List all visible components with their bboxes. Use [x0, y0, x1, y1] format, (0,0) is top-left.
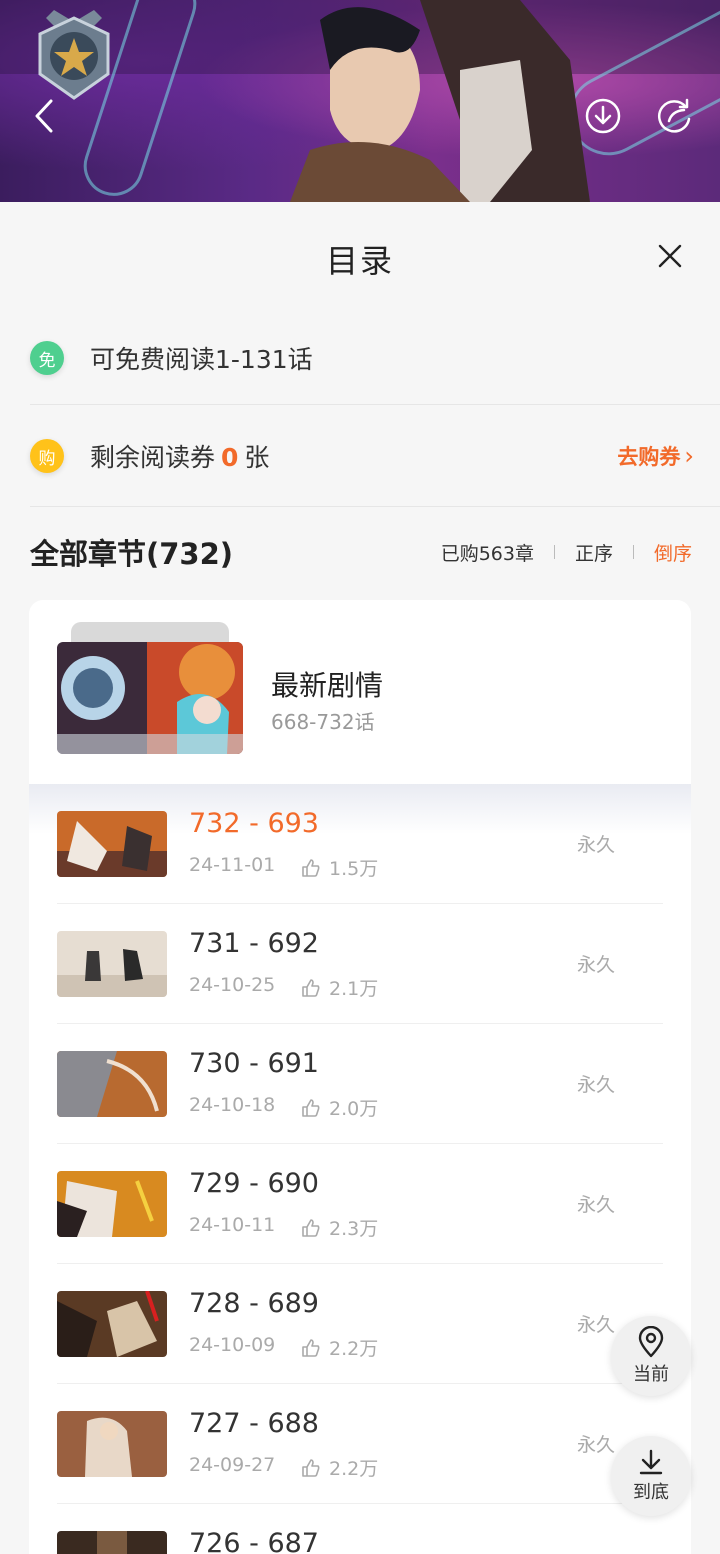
back-button[interactable] [20, 92, 68, 140]
section-title: 全部章节(732) [30, 537, 234, 571]
arrow-to-bottom-icon [639, 1449, 663, 1475]
divider [30, 506, 720, 507]
divider [30, 404, 720, 405]
chapter-row[interactable]: 726 - 687 [29, 1504, 691, 1554]
chapter-status: 永久 [577, 1194, 616, 1216]
chapter-thumbnail [57, 1411, 167, 1477]
buy-voucher-link[interactable]: 去购券 › [617, 406, 694, 506]
separator [553, 545, 555, 559]
chapter-thumbnail [57, 1291, 167, 1357]
chapter-row[interactable]: 732 - 693 24-11-01 1.5万 永久 [29, 784, 691, 904]
chapter-row[interactable]: 727 - 688 24-09-27 2.2万 永久 [29, 1384, 691, 1504]
chapter-status: 永久 [577, 954, 616, 976]
share-button[interactable] [651, 92, 699, 140]
chapter-row[interactable]: 728 - 689 24-10-09 2.2万 永久 [29, 1264, 691, 1384]
chapter-thumbnail [57, 931, 167, 997]
separator [632, 545, 634, 559]
chapter-likes: 2.0万 [301, 1094, 378, 1121]
chapter-row[interactable]: 729 - 690 24-10-11 2.3万 永久 [29, 1144, 691, 1264]
chapter-row[interactable]: 731 - 692 24-10-25 2.1万 永久 [29, 904, 691, 1024]
chapter-thumbnail [57, 1531, 167, 1554]
chapter-title: 729 - 690 [189, 1168, 319, 1199]
purchased-count: 已购563章 [440, 542, 534, 565]
share-icon [658, 98, 691, 133]
chapter-date: 24-10-09 [189, 1334, 276, 1356]
thumbs-up-icon [302, 1458, 320, 1477]
location-pin-icon [638, 1326, 664, 1358]
chapter-title: 730 - 691 [189, 1048, 319, 1079]
chapter-date: 24-10-18 [189, 1094, 276, 1116]
chapter-thumbnail [57, 1171, 167, 1237]
chapter-title: 726 - 687 [189, 1528, 319, 1554]
chapter-title: 727 - 688 [189, 1408, 319, 1439]
likes-count: 2.1万 [329, 978, 379, 1000]
likes-count: 2.2万 [329, 1338, 379, 1360]
free-read-row: 免 可免费阅读1-131话 [30, 308, 720, 408]
thumbs-up-icon [302, 1218, 320, 1237]
sort-ascending-button[interactable]: 正序 [575, 539, 613, 566]
locate-current-label: 当前 [633, 1364, 669, 1385]
locate-current-button[interactable]: 当前 [611, 1316, 691, 1396]
chapter-likes: 2.2万 [301, 1334, 378, 1361]
thumbs-up-icon [302, 1338, 320, 1357]
voucher-text: 剩余阅读券 0 张 [90, 438, 269, 474]
latest-story-title: 最新剧情 [271, 669, 384, 702]
latest-story-range: 668-732话 [271, 710, 375, 734]
thumbs-up-icon [302, 1098, 320, 1117]
chapter-thumbnail [57, 1051, 167, 1117]
chapter-title: 728 - 689 [189, 1288, 319, 1319]
sort-options: 已购563章 正序 倒序 [441, 539, 692, 566]
scroll-bottom-button[interactable]: 到底 [611, 1436, 691, 1516]
chevron-right-icon: › [684, 442, 694, 470]
chapter-title: 732 - 693 [189, 808, 319, 839]
chapter-date: 24-10-11 [189, 1214, 276, 1236]
chapter-row[interactable]: 730 - 691 24-10-18 2.0万 永久 [29, 1024, 691, 1144]
chapter-likes: 1.5万 [301, 854, 378, 881]
free-badge-icon: 免 [30, 341, 64, 375]
voucher-suffix: 张 [244, 443, 270, 472]
sort-descending-button[interactable]: 倒序 [654, 539, 692, 566]
download-circle-icon [585, 98, 621, 134]
chapter-status: 永久 [577, 834, 616, 856]
free-read-text: 可免费阅读1-131话 [90, 345, 313, 374]
close-icon [658, 244, 682, 268]
chapter-likes: 2.3万 [301, 1214, 378, 1241]
chapter-date: 24-10-25 [189, 974, 276, 996]
chapter-likes: 2.1万 [301, 974, 378, 1001]
chapter-date: 24-09-27 [189, 1454, 276, 1476]
cover-art-characters [290, 0, 590, 202]
likes-count: 2.2万 [329, 1458, 379, 1480]
chapter-status: 永久 [577, 1074, 616, 1096]
chapter-date: 24-11-01 [189, 854, 276, 876]
catalog-sheet: 目录 免 可免费阅读1-131话 购 剩余阅读券 0 张 去购券 › 全部章节(73… [0, 202, 720, 1554]
comic-header-banner [0, 0, 720, 202]
download-button[interactable] [579, 92, 627, 140]
chapter-status: 永久 [577, 1314, 616, 1336]
latest-story-cover [57, 642, 243, 754]
thumbs-up-icon [302, 858, 320, 877]
chapter-likes: 2.2万 [301, 1454, 378, 1481]
voucher-prefix: 剩余阅读券 [90, 443, 216, 472]
chapter-title: 731 - 692 [189, 928, 319, 959]
chapter-list-card: 最新剧情 668-732话 732 - 693 24-11-01 1.5万 永久… [29, 600, 691, 1554]
thumbs-up-icon [302, 978, 320, 997]
sheet-title: 目录 [325, 242, 394, 280]
scroll-bottom-label: 到底 [633, 1482, 669, 1503]
buy-voucher-label: 去购券 [617, 445, 681, 469]
likes-count: 1.5万 [329, 858, 379, 880]
close-button[interactable] [648, 234, 692, 278]
chapter-thumbnail [57, 811, 167, 877]
chevron-left-icon [35, 99, 53, 133]
likes-count: 2.3万 [329, 1218, 379, 1240]
chapter-section-header: 全部章节(732) 已购563章 正序 倒序 [30, 528, 692, 576]
likes-count: 2.0万 [329, 1098, 379, 1120]
chapter-status: 永久 [577, 1434, 616, 1456]
voucher-count: 0 [221, 443, 239, 472]
latest-story-group[interactable]: 最新剧情 668-732话 [29, 600, 691, 784]
buy-badge-icon: 购 [30, 439, 64, 473]
